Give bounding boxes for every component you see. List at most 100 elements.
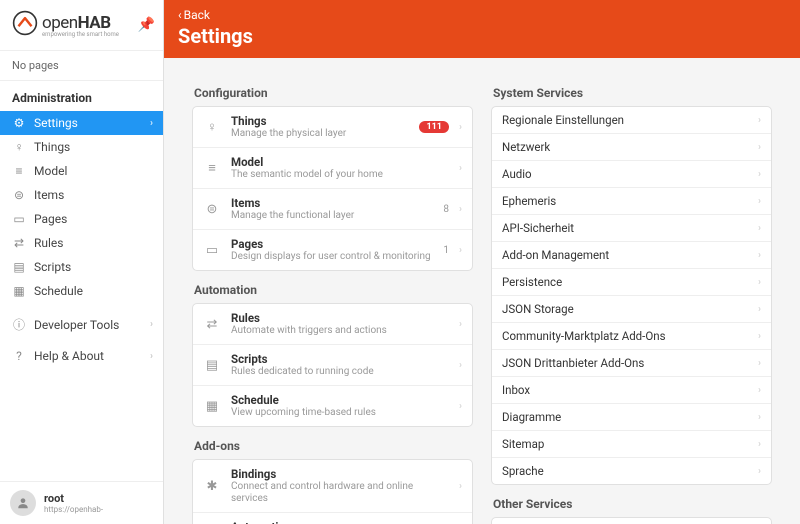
badge: 111	[419, 121, 449, 133]
service-row[interactable]: JSON Storage›	[492, 296, 771, 323]
system-header: System Services	[493, 86, 772, 100]
service-title: Persistence	[502, 275, 758, 289]
flow-icon: ⇄	[12, 236, 26, 250]
chevron-right-icon: ›	[758, 115, 761, 126]
user-block[interactable]: root https://openhab-	[0, 481, 163, 524]
service-title: Community-Marktplatz Add-Ons	[502, 329, 758, 343]
system-card: Regionale Einstellungen›Netzwerk›Audio›E…	[491, 106, 772, 485]
sidebar-item-label: Pages	[34, 212, 67, 226]
sidebar-item-label: Developer Tools	[34, 318, 119, 332]
sidebar-item-help[interactable]: ? Help & About ›	[0, 344, 163, 368]
addons-card: ✱ BindingsConnect and control hardware a…	[192, 459, 473, 524]
row-rules[interactable]: ⇄ RulesAutomate with triggers and action…	[193, 304, 472, 345]
row-items[interactable]: ⊜ ItemsManage the functional layer 8 ›	[193, 189, 472, 230]
sidebar-item-label: Settings	[34, 116, 78, 130]
lightbulb-icon: ♀	[12, 140, 26, 154]
service-row[interactable]: Regelbasierter Sprachinterpreter›	[492, 518, 771, 524]
user-name: root	[44, 492, 103, 505]
service-title: API-Sicherheit	[502, 221, 758, 235]
automation-header: Automation	[194, 283, 473, 297]
service-title: Ephemeris	[502, 194, 758, 208]
service-title: Sitemap	[502, 437, 758, 451]
service-row[interactable]: Netzwerk›	[492, 134, 771, 161]
sidebar-item-settings[interactable]: ⚙ Settings ›	[0, 111, 163, 135]
admin-nav: ⚙ Settings › ♀ Things ≡ Model ⊜ Items ▭ …	[0, 111, 163, 303]
logo-icon	[12, 10, 38, 40]
sidebar-item-label: Things	[34, 140, 70, 154]
flow-icon: ⇄	[203, 317, 221, 332]
chevron-right-icon: ›	[150, 319, 153, 330]
chevron-right-icon: ›	[758, 304, 761, 315]
chevron-right-icon: ›	[758, 169, 761, 180]
sidebar-item-items[interactable]: ⊜ Items	[0, 183, 163, 207]
help-icon: ?	[12, 349, 26, 363]
chevron-right-icon: ›	[459, 163, 462, 174]
sidebar-item-schedule[interactable]: ▦ Schedule	[0, 279, 163, 303]
service-row[interactable]: API-Sicherheit›	[492, 215, 771, 242]
chevron-right-icon: ›	[150, 118, 153, 129]
service-row[interactable]: Community-Marktplatz Add-Ons›	[492, 323, 771, 350]
row-pages[interactable]: ▭ PagesDesign displays for user control …	[193, 230, 472, 270]
sidebar-item-label: Schedule	[34, 284, 83, 298]
chevron-right-icon: ›	[459, 204, 462, 215]
chevron-right-icon: ›	[758, 385, 761, 396]
config-card: ♀ ThingsManage the physical layer 111 › …	[192, 106, 473, 271]
info-icon: ⓘ	[12, 316, 26, 333]
row-addon-automation[interactable]: ✦ AutomationScripting languages, templat…	[193, 513, 472, 524]
service-title: Diagramme	[502, 410, 758, 424]
brand-name: openHAB	[42, 13, 111, 33]
calendar-icon: ▦	[12, 284, 26, 298]
sidebar-item-scripts[interactable]: ▤ Scripts	[0, 255, 163, 279]
service-row[interactable]: Persistence›	[492, 269, 771, 296]
lightbulb-icon: ♀	[203, 119, 221, 135]
chevron-right-icon: ›	[459, 245, 462, 256]
service-row[interactable]: Sprache›	[492, 458, 771, 484]
chevron-right-icon: ›	[459, 122, 462, 133]
sidebar-item-model[interactable]: ≡ Model	[0, 159, 163, 183]
back-button[interactable]: ‹ Back	[178, 8, 786, 22]
service-row[interactable]: Add-on Management›	[492, 242, 771, 269]
service-row[interactable]: Audio›	[492, 161, 771, 188]
addons-header: Add-ons	[194, 439, 473, 453]
chevron-right-icon: ›	[758, 331, 761, 342]
toggle-icon: ⊜	[203, 202, 221, 217]
layout-icon: ▭	[12, 212, 26, 226]
service-row[interactable]: Diagramme›	[492, 404, 771, 431]
chevron-right-icon: ›	[758, 250, 761, 261]
service-row[interactable]: Inbox›	[492, 377, 771, 404]
chevron-right-icon: ›	[758, 439, 761, 450]
row-bindings[interactable]: ✱ BindingsConnect and control hardware a…	[193, 460, 472, 513]
service-title: Inbox	[502, 383, 758, 397]
sidebar-item-pages[interactable]: ▭ Pages	[0, 207, 163, 231]
sidebar-item-devtools[interactable]: ⓘ Developer Tools ›	[0, 311, 163, 338]
service-title: Regionale Einstellungen	[502, 113, 758, 127]
sidebar-item-rules[interactable]: ⇄ Rules	[0, 231, 163, 255]
script-icon: ▤	[203, 358, 221, 373]
row-things[interactable]: ♀ ThingsManage the physical layer 111 ›	[193, 107, 472, 148]
pin-icon[interactable]: 📌	[138, 17, 155, 33]
brand[interactable]: openHAB empowering the smart home	[12, 10, 138, 40]
sidebar-item-label: Scripts	[34, 260, 71, 274]
gear-icon: ⚙	[12, 116, 26, 130]
row-schedule[interactable]: ▦ ScheduleView upcoming time-based rules…	[193, 386, 472, 426]
chevron-left-icon: ‹	[178, 8, 182, 22]
toggle-icon: ⊜	[12, 188, 26, 202]
row-model[interactable]: ≡ ModelThe semantic model of your home ›	[193, 148, 472, 189]
count: 1	[443, 245, 449, 256]
list-icon: ≡	[12, 164, 26, 178]
row-scripts[interactable]: ▤ ScriptsRules dedicated to running code…	[193, 345, 472, 386]
chevron-right-icon: ›	[459, 401, 462, 412]
sidebar: openHAB empowering the smart home 📌 No p…	[0, 0, 164, 524]
layout-icon: ▭	[203, 243, 221, 258]
service-row[interactable]: Regionale Einstellungen›	[492, 107, 771, 134]
no-pages-label: No pages	[0, 51, 163, 81]
service-row[interactable]: JSON Drittanbieter Add-Ons›	[492, 350, 771, 377]
logo-row: openHAB empowering the smart home 📌	[0, 0, 163, 51]
chevron-right-icon: ›	[758, 277, 761, 288]
service-row[interactable]: Ephemeris›	[492, 188, 771, 215]
sidebar-item-label: Help & About	[34, 349, 104, 363]
automation-card: ⇄ RulesAutomate with triggers and action…	[192, 303, 473, 427]
chevron-right-icon: ›	[150, 351, 153, 362]
sidebar-item-things[interactable]: ♀ Things	[0, 135, 163, 159]
service-row[interactable]: Sitemap›	[492, 431, 771, 458]
